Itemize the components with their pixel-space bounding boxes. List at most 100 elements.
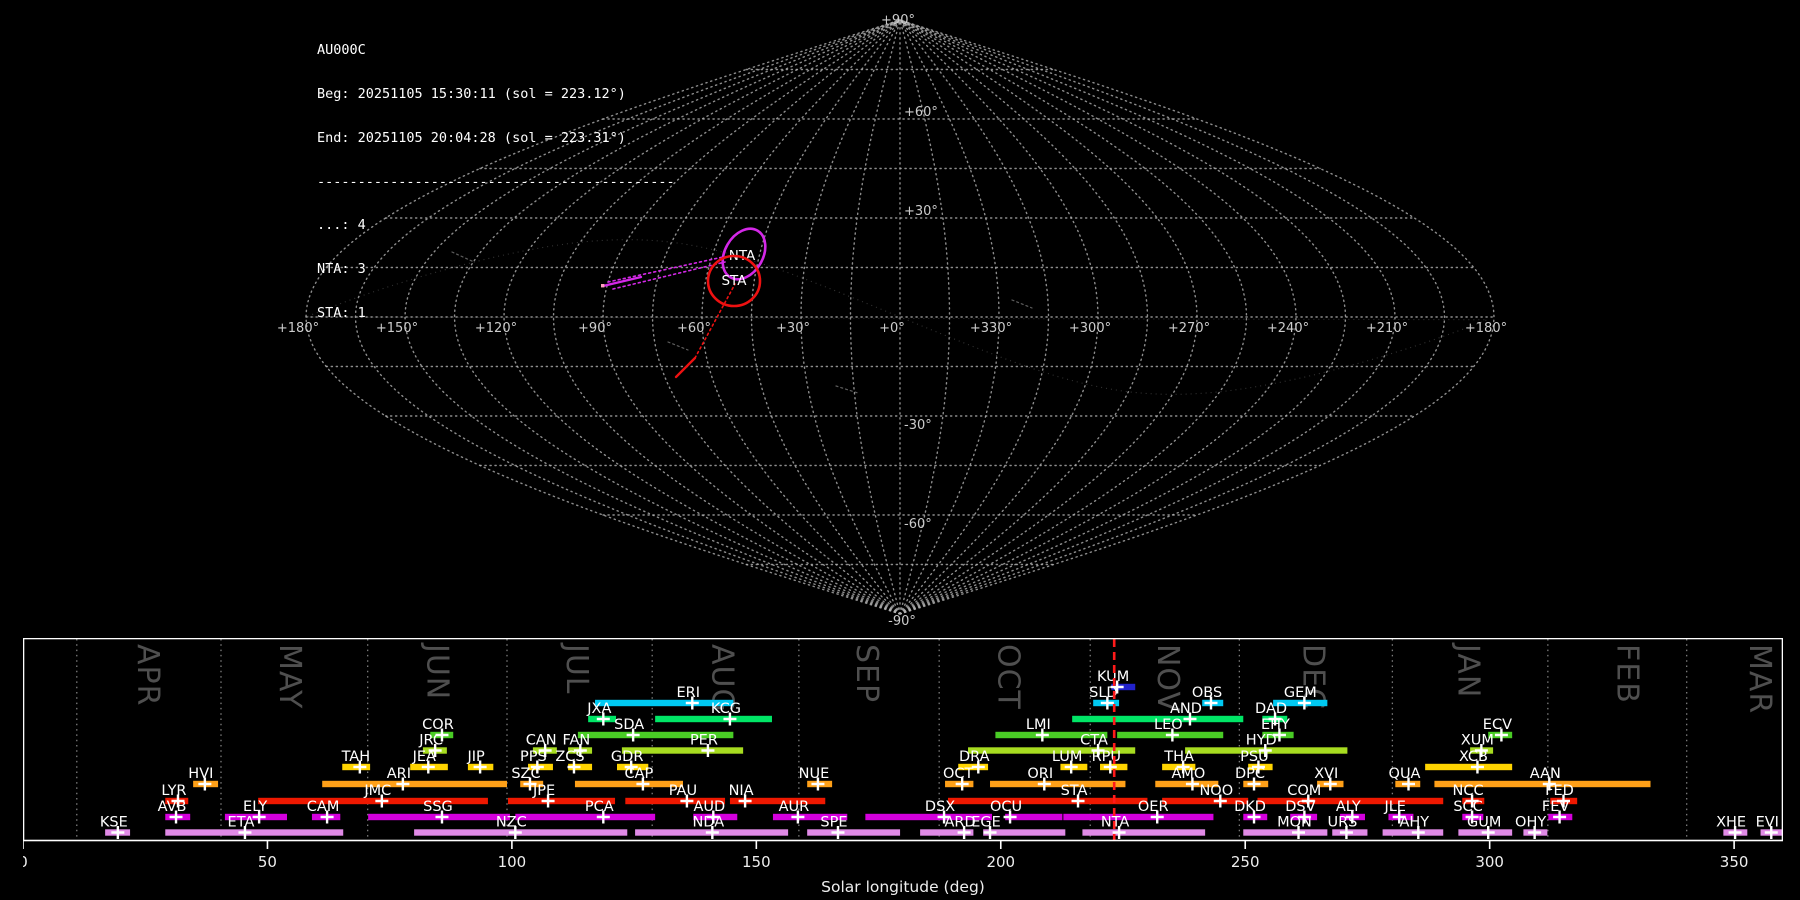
shower-label-obs: OBS <box>1192 685 1222 701</box>
shower-label-oer: OER <box>1138 799 1169 815</box>
shower-label-cta: CTA <box>1080 733 1108 749</box>
shower-label-ecv: ECV <box>1483 717 1512 733</box>
shower-label-ssg: SSG <box>423 799 453 815</box>
month-label-jun: JUN <box>419 642 454 700</box>
meteor-station-screen: { "info_panel": { "lines": [ "AU000C", "… <box>0 0 1800 900</box>
shower-bar-ari <box>322 780 507 788</box>
separator-line: ----------------------------------------… <box>317 173 675 190</box>
shower-label-noo: NOO <box>1199 783 1233 799</box>
tick-label-150: 150 <box>742 853 771 871</box>
longitude-label: +240° <box>1267 321 1309 336</box>
longitude-label: +60° <box>677 321 711 336</box>
shower-label-jxa: JXA <box>586 701 611 717</box>
shower-label-dad: DAD <box>1255 701 1287 717</box>
shower-label-pau: PAU <box>669 783 697 799</box>
unassociated-meteor-trail <box>835 385 859 394</box>
shower-label-and: AND <box>1170 701 1202 717</box>
tick-label-200: 200 <box>986 853 1015 871</box>
shower-label-dra: DRA <box>959 749 990 765</box>
month-label-oct: OCT <box>990 644 1025 710</box>
count-unassociated: ...: 4 <box>317 217 366 234</box>
shower-label-szc: SZC <box>511 766 540 782</box>
shower-label-pca: PCA <box>585 799 614 815</box>
shower-label-ncc: NCC <box>1453 783 1484 799</box>
month-label-feb: FEB <box>1609 644 1644 704</box>
shower-label-ari: ARI <box>387 766 411 782</box>
shower-label-gdr: GDR <box>611 749 643 765</box>
shower-label-xvi: XVI <box>1314 766 1338 782</box>
shower-label-dsv: DSV <box>1285 799 1315 815</box>
shower-label-lyr: LYR <box>161 783 186 799</box>
tick-label-250: 250 <box>1231 853 1260 871</box>
shower-label-kse: KSE <box>100 815 128 831</box>
shower-label-nda: NDA <box>692 815 724 831</box>
shower-label-evi: EVI <box>1756 815 1779 831</box>
shower-label-scc: SCC <box>1453 799 1482 815</box>
latitude-label: -30° <box>904 418 932 433</box>
longitude-label: +300° <box>1069 321 1111 336</box>
x-axis-title: Solar longitude (deg) <box>821 878 985 896</box>
shower-label-jrc: JRC <box>418 733 443 749</box>
shower-label-xcb: XCB <box>1459 749 1488 765</box>
month-label-jan: JAN <box>1450 642 1485 698</box>
shower-label-ely: ELY <box>243 799 267 815</box>
shower-label-amo: AMO <box>1172 766 1206 782</box>
shower-label-nzc: NZC <box>496 815 527 831</box>
month-label-jul: JUL <box>559 642 594 695</box>
shower-label-kcg: KCG <box>711 701 741 717</box>
longitude-label: +270° <box>1168 321 1210 336</box>
shower-label-ocu: OCU <box>990 799 1022 815</box>
latitude-label: +30° <box>904 204 938 219</box>
shower-label-jpe: JPE <box>532 783 555 799</box>
shower-label-cam: CAM <box>307 799 340 815</box>
shower-label-jip: JIP <box>466 749 485 765</box>
shower-label-leo: LEO <box>1154 717 1183 733</box>
shower-label-com: COM <box>1287 783 1321 799</box>
longitude-label: +210° <box>1366 321 1408 336</box>
unassociated-meteor-trail <box>1011 299 1033 309</box>
latitude-label: +60° <box>904 105 938 120</box>
radiant-sky-map: +90°-90°+60°+30°-30°-60°+180° +150° +120° +… <box>277 13 1507 629</box>
shower-bar-ori <box>990 780 1126 788</box>
shower-label-eta: ETA <box>228 815 255 831</box>
shower-label-rpu: RPU <box>1092 749 1121 765</box>
shower-label-dkd: DKD <box>1234 799 1266 815</box>
shower-label-hvi: HVI <box>188 766 213 782</box>
shower-label-dpc: DPC <box>1235 766 1265 782</box>
shower-label-sda: SDA <box>614 717 644 733</box>
shower-label-jmc: JMC <box>363 783 391 799</box>
shower-label-jea: JEA <box>412 749 436 765</box>
shower-label-qua: QUA <box>1389 766 1421 782</box>
shower-label-nue: NUE <box>799 766 830 782</box>
shower-label-mon: MON <box>1277 815 1312 831</box>
shower-label-cap: CAP <box>625 766 654 782</box>
meteor-trail <box>674 356 697 379</box>
begin-time-line: Beg: 20251105 15:30:11 (sol = 223.12°) <box>317 85 626 102</box>
shower-label-xum: XUM <box>1461 733 1494 749</box>
station-id: AU000C <box>317 42 366 59</box>
longitude-label: +330° <box>970 321 1012 336</box>
tick-label-350: 350 <box>1720 853 1749 871</box>
month-label-apr: APR <box>130 644 165 706</box>
shower-label-aly: ALY <box>1336 799 1361 815</box>
tick-label-50: 50 <box>258 853 277 871</box>
month-label-sep: SEP <box>849 644 884 703</box>
longitude-label: +180° <box>277 321 319 336</box>
shower-label-avb: AVB <box>158 799 187 815</box>
shower-label-tah: TAH <box>341 749 371 765</box>
shower-label-ehy: EHY <box>1261 717 1290 733</box>
shower-label-lmi: LMI <box>1026 717 1051 733</box>
shower-label-aur: AUR <box>779 799 810 815</box>
shower-label-jle: JLE <box>1383 799 1406 815</box>
shower-label-aan: AAN <box>1530 766 1561 782</box>
shower-label-psu: PSU <box>1240 749 1269 765</box>
shower-label-aud: AUD <box>693 799 725 815</box>
tick-label-300: 300 <box>1475 853 1504 871</box>
shower-label-sta: STA <box>1061 783 1088 799</box>
pole-label-south: -90° <box>888 614 916 629</box>
count-nta: NTA: 3 <box>317 261 366 278</box>
shower-label-cor: COR <box>422 717 454 733</box>
shower-label-ege: EGE <box>971 815 1001 831</box>
shower-label-zcs: ZCS <box>555 749 584 765</box>
observation-info-panel: AU000C Beg: 20251105 15:30:11 (sol = 223… <box>317 14 675 350</box>
